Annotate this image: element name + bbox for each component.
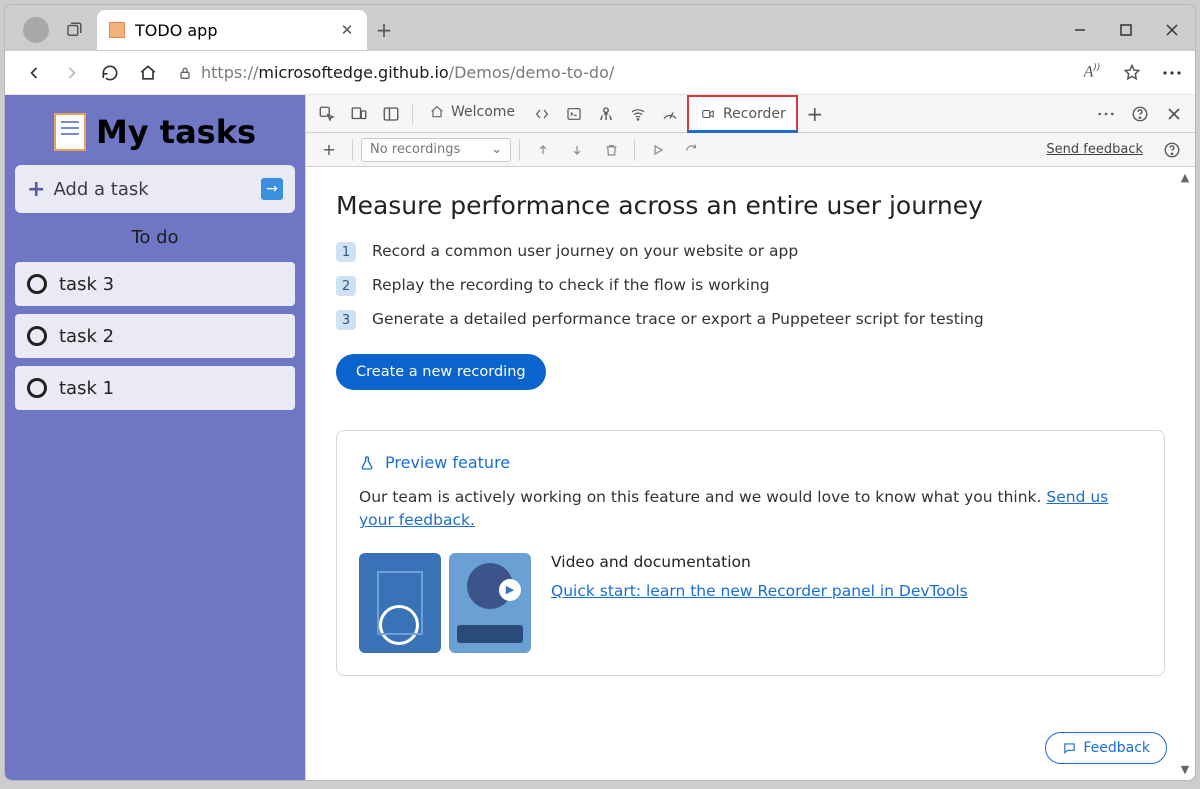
step-item: 1 Record a common user journey on your we… (336, 242, 1165, 262)
window-maximize-button[interactable] (1103, 11, 1149, 49)
add-task-input[interactable]: + Add a task → (15, 165, 295, 213)
dock-side-icon[interactable] (376, 99, 406, 129)
profile-avatar-icon[interactable] (23, 17, 49, 43)
plus-icon: + (27, 177, 45, 202)
devtools-help-button[interactable] (1125, 99, 1155, 129)
scroll-down-icon[interactable]: ▼ (1177, 763, 1193, 776)
preview-description: Our team is actively working on this fea… (359, 486, 1142, 533)
devtools-tabbar: Welcome Recorder + (306, 95, 1195, 133)
window-minimize-button[interactable] (1057, 11, 1103, 49)
step-text: Generate a detailed performance trace or… (372, 310, 984, 328)
performance-tab-icon[interactable] (655, 99, 685, 129)
tab-recorder[interactable]: Recorder (687, 95, 798, 133)
elements-tab-icon[interactable] (527, 99, 557, 129)
home-button[interactable] (131, 56, 165, 90)
recorder-heading: Measure performance across an entire use… (336, 191, 1165, 220)
refresh-button[interactable] (93, 56, 127, 90)
page-title: My tasks (15, 113, 295, 151)
add-task-label: Add a task (53, 179, 148, 200)
sources-tab-icon[interactable] (591, 99, 621, 129)
step-number: 3 (336, 310, 356, 330)
step-number: 1 (336, 242, 356, 262)
chevron-down-icon: ⌄ (491, 142, 502, 157)
thumbnail-icon: ▶ (449, 553, 531, 653)
read-aloud-button[interactable]: A)) (1075, 56, 1109, 90)
console-tab-icon[interactable] (559, 99, 589, 129)
steps-list: 1 Record a common user journey on your we… (336, 242, 1165, 330)
flask-icon (359, 454, 375, 472)
forward-button[interactable] (55, 56, 89, 90)
preview-feature-card: Preview feature Our team is actively wor… (336, 430, 1165, 676)
address-bar[interactable]: https://microsoftedge.github.io/Demos/de… (169, 56, 1071, 90)
network-tab-icon[interactable] (623, 99, 653, 129)
checkbox-icon[interactable] (27, 274, 47, 294)
create-recording-button[interactable]: Create a new recording (336, 354, 546, 390)
address-url: https://microsoftedge.github.io/Demos/de… (201, 63, 614, 82)
content-area: My tasks + Add a task → To do task 3 tas… (5, 95, 1195, 780)
settings-menu-button[interactable] (1155, 56, 1189, 90)
submit-task-button[interactable]: → (261, 178, 283, 200)
step-item: 3 Generate a detailed performance trace o… (336, 310, 1165, 330)
tab-welcome[interactable]: Welcome (419, 95, 525, 133)
chat-icon (1062, 741, 1077, 755)
preview-media: ▶ Video and documentation Quick start: l… (359, 553, 1142, 653)
task-item[interactable]: task 2 (15, 314, 295, 358)
preview-heading: Preview feature (359, 453, 1142, 472)
favorite-button[interactable] (1115, 56, 1149, 90)
play-icon: ▶ (499, 579, 521, 601)
replay-settings-icon[interactable] (677, 135, 707, 165)
preview-thumbnails[interactable]: ▶ (359, 553, 531, 653)
back-button[interactable] (17, 56, 51, 90)
task-label: task 3 (59, 274, 114, 295)
export-recording-icon[interactable] (562, 135, 592, 165)
tab-title: TODO app (135, 21, 217, 40)
browser-navbar: https://microsoftedge.github.io/Demos/de… (5, 51, 1195, 95)
recorder-body: Measure performance across an entire use… (306, 167, 1195, 780)
home-icon (429, 104, 445, 120)
toolbar-help-icon[interactable] (1157, 135, 1187, 165)
replay-recording-icon[interactable] (643, 135, 673, 165)
browser-tab[interactable]: TODO app ✕ (97, 10, 367, 50)
task-label: task 2 (59, 326, 114, 347)
task-item[interactable]: task 3 (15, 262, 295, 306)
new-recording-button[interactable]: + (314, 135, 344, 165)
tab-close-button[interactable]: ✕ (339, 21, 355, 39)
clipboard-icon (54, 113, 86, 151)
browser-titlebar: TODO app ✕ + (5, 5, 1195, 51)
tab-actions-button[interactable] (59, 15, 89, 45)
browser-window: TODO app ✕ + https://microsoftedge.githu… (4, 4, 1196, 781)
devtools-more-button[interactable] (1091, 99, 1121, 129)
import-recording-icon[interactable] (528, 135, 558, 165)
thumbnail-icon (359, 553, 441, 653)
more-tabs-button[interactable]: + (800, 99, 830, 129)
quick-start-link[interactable]: Quick start: learn the new Recorder pane… (551, 582, 968, 600)
devtools-close-button[interactable] (1159, 99, 1189, 129)
app-heading: My tasks (96, 113, 256, 151)
devtools-panel: Welcome Recorder + (305, 95, 1195, 780)
step-text: Record a common user journey on your web… (372, 242, 798, 260)
step-number: 2 (336, 276, 356, 296)
delete-recording-icon[interactable] (596, 135, 626, 165)
video-camera-icon (699, 107, 717, 121)
task-item[interactable]: task 1 (15, 366, 295, 410)
tab-favicon-icon (109, 22, 125, 38)
device-emulation-icon[interactable] (344, 99, 374, 129)
recordings-dropdown[interactable]: No recordings ⌄ (361, 138, 511, 162)
send-feedback-link[interactable]: Send feedback (1046, 142, 1143, 157)
window-close-button[interactable] (1149, 11, 1195, 49)
section-label: To do (15, 227, 295, 248)
checkbox-icon[interactable] (27, 326, 47, 346)
inspect-element-icon[interactable] (312, 99, 342, 129)
checkbox-icon[interactable] (27, 378, 47, 398)
todo-app: My tasks + Add a task → To do task 3 tas… (5, 95, 305, 780)
recorder-toolbar: + No recordings ⌄ Send feedback (306, 133, 1195, 167)
task-list: task 3 task 2 task 1 (15, 262, 295, 410)
step-item: 2 Replay the recording to check if the fl… (336, 276, 1165, 296)
lock-icon (177, 65, 193, 81)
video-heading: Video and documentation (551, 553, 968, 571)
step-text: Replay the recording to check if the flo… (372, 276, 770, 294)
feedback-button[interactable]: Feedback (1045, 732, 1167, 764)
new-tab-button[interactable]: + (367, 18, 401, 42)
task-label: task 1 (59, 378, 114, 399)
